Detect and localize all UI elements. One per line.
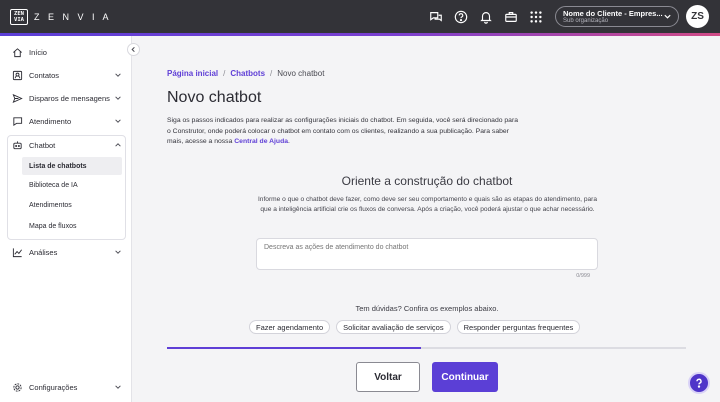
sidebar-item-contatos[interactable]: Contatos — [0, 64, 132, 86]
briefcase-icon[interactable] — [502, 8, 519, 25]
intro-end: . — [288, 138, 290, 146]
sidebar-collapse-button[interactable] — [127, 43, 140, 56]
breadcrumb-current: Novo chatbot — [277, 69, 325, 78]
sidebar-item-label: Contatos — [29, 70, 60, 80]
chart-line-icon — [12, 246, 24, 258]
contacts-icon — [12, 69, 24, 81]
question-icon — [696, 378, 702, 388]
continue-button[interactable]: Continuar — [432, 362, 498, 392]
chatbot-description-input[interactable] — [256, 238, 598, 270]
send-icon — [12, 92, 24, 104]
org-name: Nome do Cliente - Empres... — [563, 9, 663, 18]
intro-body: Siga os passos indicados para realizar a… — [167, 117, 518, 146]
progress-fill — [167, 347, 422, 349]
intro-text: Siga os passos indicados para realizar a… — [167, 116, 522, 148]
breadcrumb-chatbots-link[interactable]: Chatbots — [230, 69, 265, 78]
sidebar: Início Contatos Disparos de mensagens At… — [0, 36, 132, 402]
chevron-down-icon — [115, 119, 121, 123]
breadcrumb-separator: / — [223, 69, 226, 78]
example-chip-perguntas[interactable]: Responder perguntas frequentes — [456, 320, 581, 334]
top-bar: ZEN VIA Z E N V I A Nome do Cliente - Em… — [0, 0, 720, 33]
breadcrumb: Página inicial / Chatbots / Novo chatbot — [167, 69, 324, 78]
chatbot-icon — [12, 139, 24, 151]
back-button[interactable]: Voltar — [356, 362, 420, 392]
chat-bubble-icon — [12, 115, 24, 127]
sidebar-item-disparos[interactable]: Disparos de mensagens — [0, 87, 132, 109]
sidebar-item-label: Início — [29, 47, 47, 57]
logo-mark: ZEN VIA — [10, 8, 28, 25]
examples-hint: Tem dúvidas? Confira os exemplos abaixo. — [355, 304, 499, 313]
chat-icon[interactable] — [427, 8, 444, 25]
apps-grid-icon[interactable] — [527, 8, 544, 25]
sidebar-item-label: Análises — [29, 247, 58, 257]
chevron-down-icon — [115, 96, 121, 100]
breadcrumb-separator: / — [270, 69, 273, 78]
avatar[interactable]: ZS — [686, 5, 709, 28]
help-center-link[interactable]: Central de Ajuda — [234, 138, 288, 145]
chevron-down-icon — [115, 250, 121, 254]
chevron-down-icon — [664, 14, 671, 19]
progress-bar — [167, 347, 686, 349]
sidebar-item-label: Atendimento — [29, 116, 72, 126]
sidebar-item-configuracoes[interactable]: Configurações — [0, 376, 132, 398]
sidebar-item-label: Configurações — [29, 382, 78, 392]
zenvia-logo[interactable]: ZEN VIA Z E N V I A — [10, 8, 112, 25]
chevron-left-icon — [131, 46, 135, 53]
example-chip-avaliacao[interactable]: Solicitar avaliação de serviços — [336, 320, 451, 334]
sidebar-item-label: Disparos de mensagens — [29, 93, 110, 103]
bell-icon[interactable] — [477, 8, 494, 25]
home-icon — [12, 46, 24, 58]
sidebar-subitem-lista-de-chatbots[interactable]: Lista de chatbots — [22, 157, 122, 175]
org-sub: Sub organização — [563, 18, 609, 24]
page-title: Novo chatbot — [167, 89, 262, 106]
chevron-down-icon — [115, 385, 121, 389]
sidebar-item-chatbot[interactable]: Chatbot — [0, 134, 132, 156]
example-chip-agendamento[interactable]: Fazer agendamento — [249, 320, 331, 334]
sidebar-subitem-mapa-de-fluxos[interactable]: Mapa de fluxos — [22, 217, 122, 235]
builder-title: Oriente a construção do chatbot — [341, 174, 513, 188]
sidebar-item-atendimento[interactable]: Atendimento — [0, 110, 132, 132]
sidebar-item-inicio[interactable]: Início — [0, 41, 132, 63]
gear-icon — [12, 381, 24, 393]
sidebar-subitem-atendimentos[interactable]: Atendimentos — [22, 196, 122, 214]
sidebar-subitem-biblioteca-de-ia[interactable]: Biblioteca de IA — [22, 176, 122, 194]
chevron-down-icon — [115, 73, 121, 77]
sidebar-item-analises[interactable]: Análises — [0, 241, 132, 263]
brand-name: Z E N V I A — [34, 11, 112, 22]
example-chips: Fazer agendamento Solicitar avaliação de… — [249, 320, 581, 334]
organization-selector[interactable]: Nome do Cliente - Empres... Sub organiza… — [555, 6, 679, 27]
builder-description: Informe o que o chatbot deve fazer, como… — [257, 196, 598, 214]
sidebar-item-label: Chatbot — [29, 140, 56, 150]
chevron-up-icon — [115, 143, 121, 147]
help-circle-icon[interactable] — [452, 8, 469, 25]
character-counter: 0/999 — [576, 273, 590, 279]
help-button[interactable] — [688, 372, 710, 394]
breadcrumb-home-link[interactable]: Página inicial — [167, 69, 218, 78]
